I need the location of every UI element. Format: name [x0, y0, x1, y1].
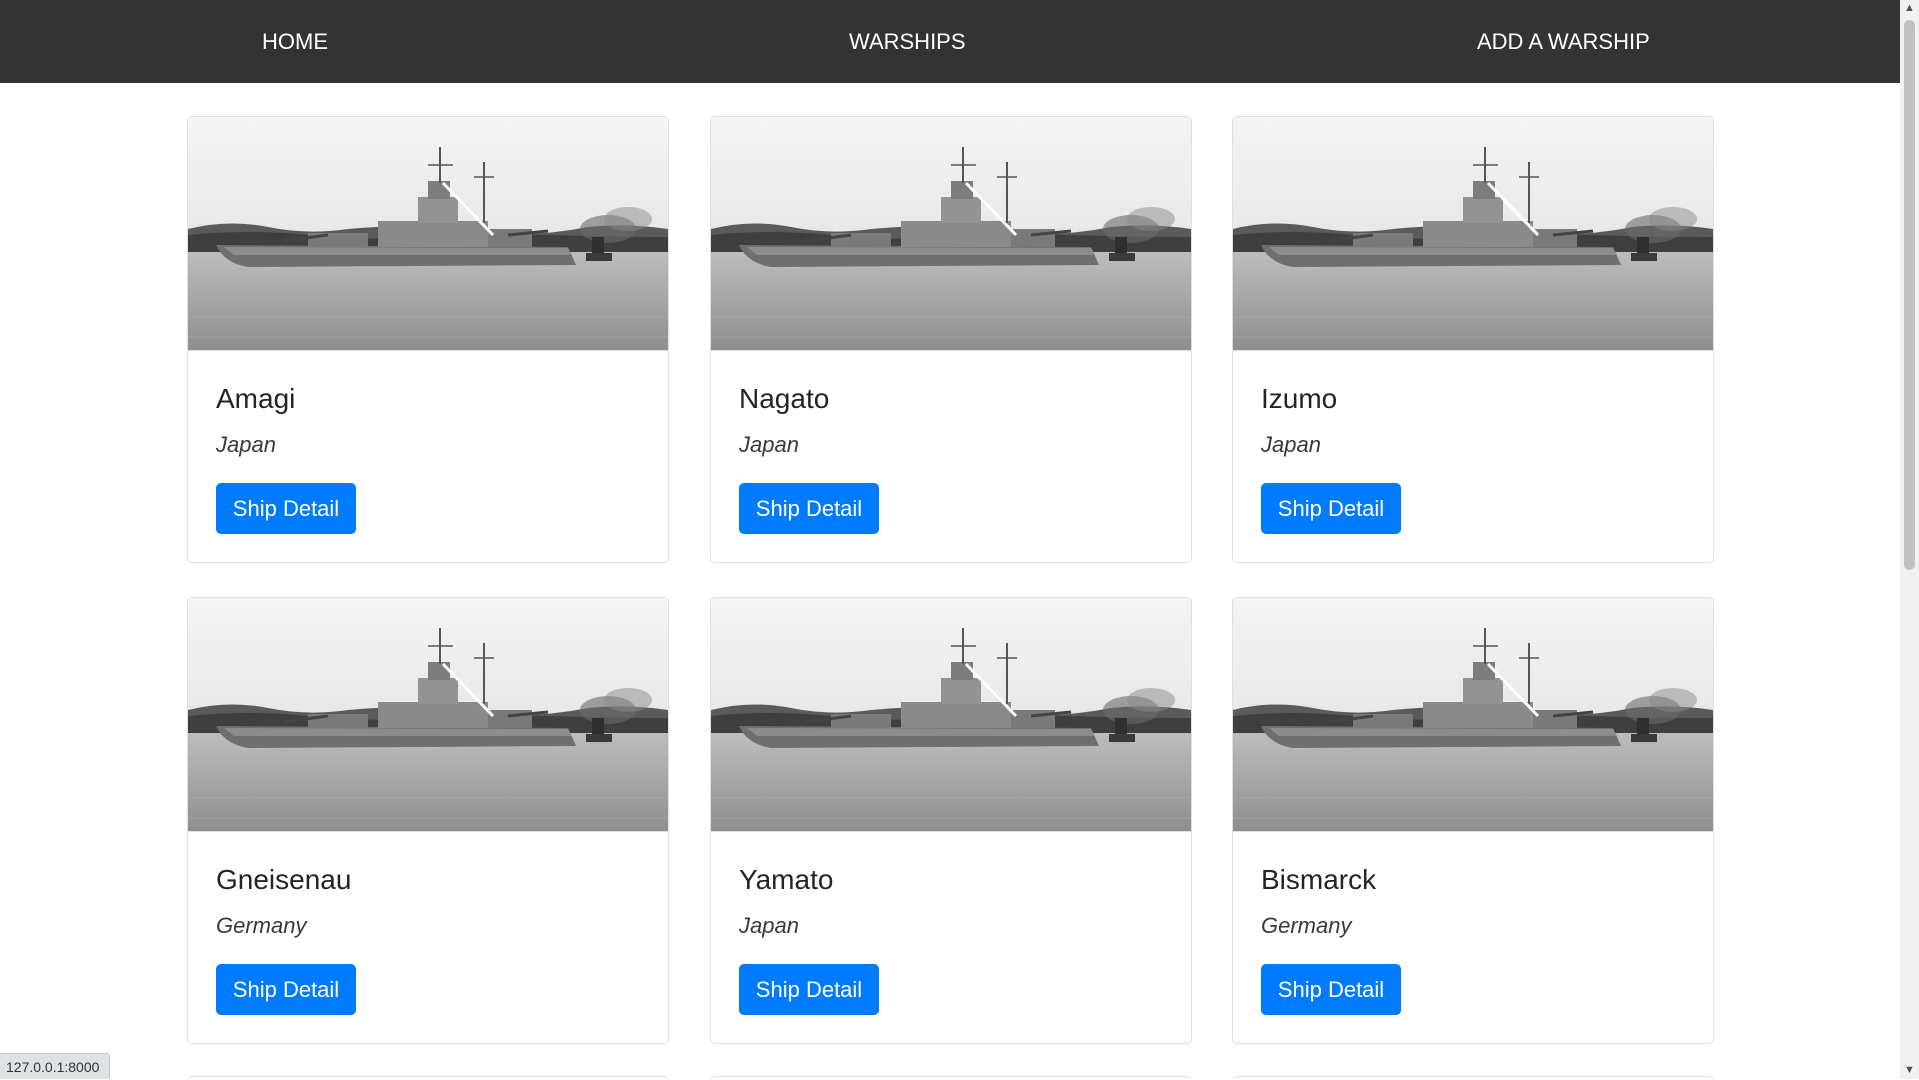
ship-country: Japan: [216, 432, 276, 457]
ship-country: Germany: [216, 913, 307, 938]
ship-name: Bismarck: [1261, 864, 1377, 895]
ship-card: Gneisenau Germany Ship Detail: [187, 597, 669, 1044]
ship-name: Amagi: [216, 383, 296, 414]
ship-detail-button[interactable]: Ship Detail: [1261, 483, 1401, 534]
ship-detail-button[interactable]: Ship Detail: [216, 964, 356, 1015]
ship-card: Nagato Japan Ship Detail: [710, 116, 1192, 563]
ship-name: Nagato: [739, 383, 830, 414]
ship-image: [1233, 598, 1713, 832]
ship-image: [188, 598, 668, 832]
ship-country: Japan: [1261, 432, 1321, 457]
ship-image: [711, 117, 1191, 351]
ship-name: Izumo: [1261, 383, 1338, 414]
ship-image: [711, 598, 1191, 832]
ship-country: Japan: [739, 913, 799, 938]
ship-card: Amagi Japan Ship Detail: [187, 116, 669, 563]
ship-name: Gneisenau: [216, 864, 352, 895]
ship-detail-button[interactable]: Ship Detail: [216, 483, 356, 534]
status-bar-url: 127.0.0.1:8000: [0, 1053, 111, 1079]
ship-image: [188, 117, 668, 351]
ship-card: Izumo Japan Ship Detail: [1232, 116, 1714, 563]
page-viewport: HOME WARSHIPS ADD A WARSHIP Amagi Japan …: [0, 0, 1900, 1079]
ship-country: Germany: [1261, 913, 1352, 938]
scroll-down-arrow-icon[interactable]: ▼: [1900, 1062, 1919, 1079]
nav-warships-link[interactable]: WARSHIPS: [849, 0, 966, 83]
scrollbar-thumb[interactable]: [1904, 20, 1915, 570]
nav-home-link[interactable]: HOME: [262, 0, 328, 83]
ship-country: Japan: [739, 432, 799, 457]
ship-image: [1233, 117, 1713, 351]
nav-add-warship-link[interactable]: ADD A WARSHIP: [1477, 0, 1650, 83]
vertical-scrollbar[interactable]: ▲ ▼: [1900, 0, 1919, 1079]
top-navbar: HOME WARSHIPS ADD A WARSHIP: [0, 0, 1900, 83]
scroll-up-arrow-icon[interactable]: ▲: [1900, 0, 1919, 17]
ship-name: Yamato: [739, 864, 834, 895]
ship-card: Yamato Japan Ship Detail: [710, 597, 1192, 1044]
ship-detail-button[interactable]: Ship Detail: [739, 964, 879, 1015]
ship-detail-button[interactable]: Ship Detail: [739, 483, 879, 534]
ship-card: Bismarck Germany Ship Detail: [1232, 597, 1714, 1044]
ship-detail-button[interactable]: Ship Detail: [1261, 964, 1401, 1015]
